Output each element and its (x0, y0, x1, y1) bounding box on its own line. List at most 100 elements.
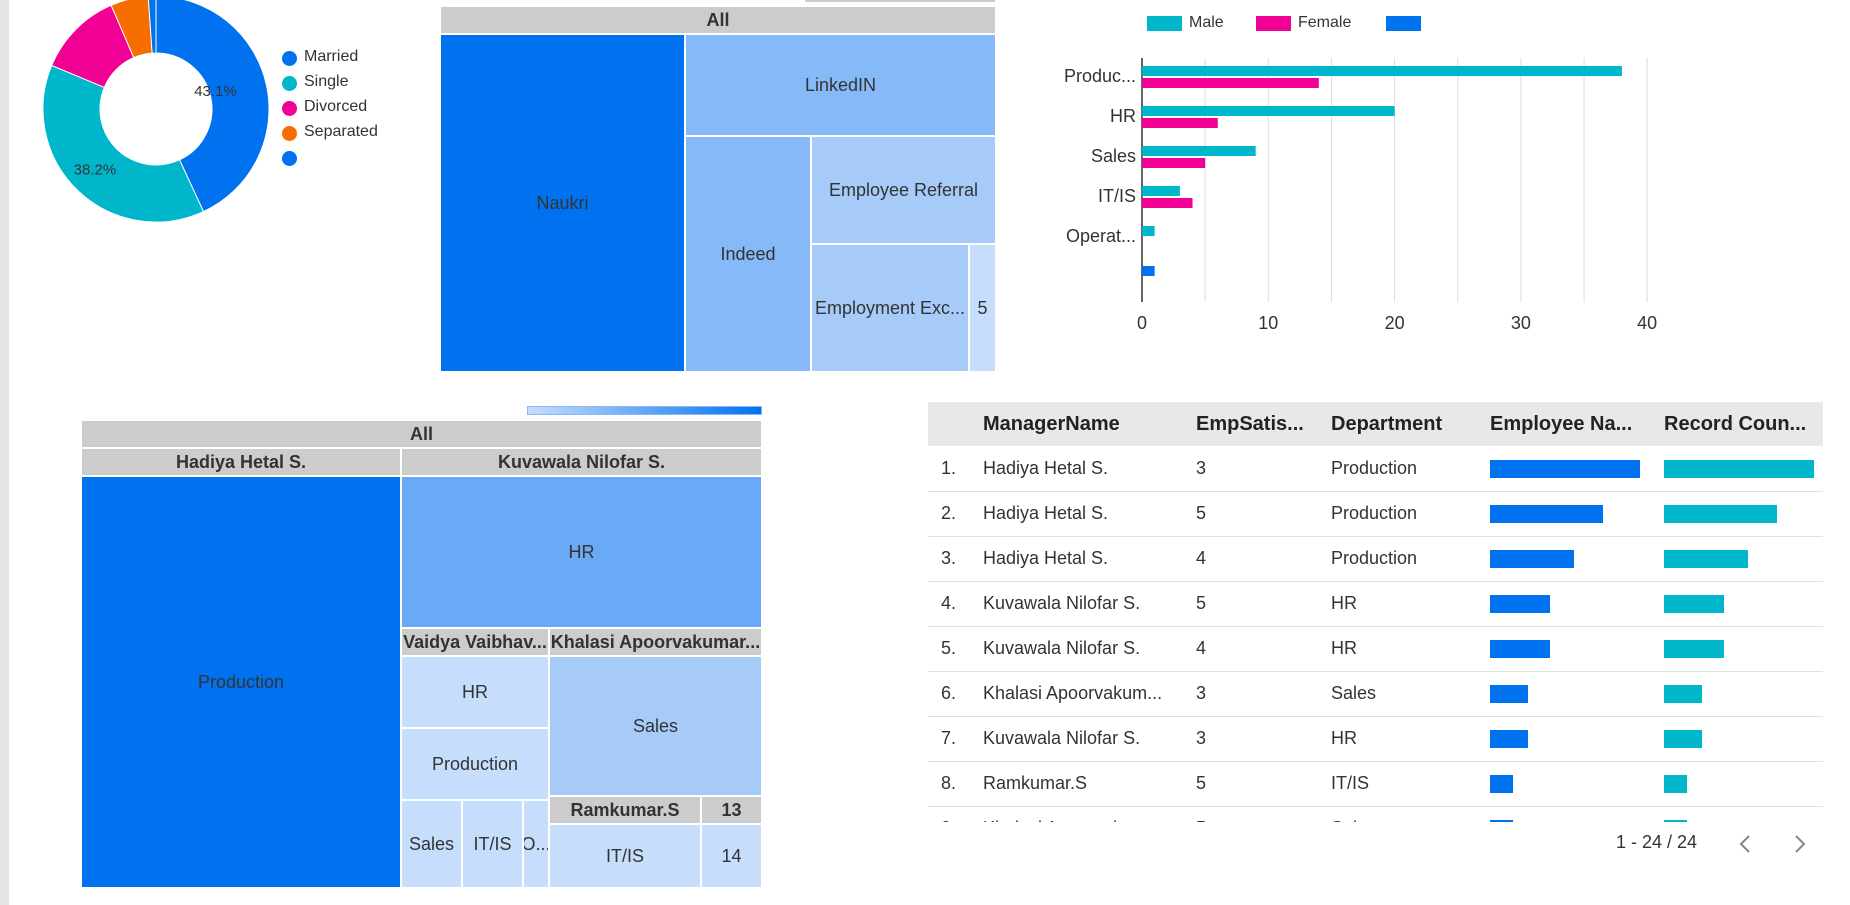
table-row[interactable]: 4. Kuvawala Nilofar S. 5 HR (928, 581, 1823, 627)
bar-male[interactable] (1142, 66, 1622, 76)
cell-emp-satisfaction: 5 (1196, 773, 1207, 793)
cell-manager-name: Khalasi Apoorvakum... (983, 683, 1163, 703)
employee-name-bar (1490, 640, 1550, 658)
table-row[interactable]: 3. Hadiya Hetal S. 4 Production (928, 536, 1823, 582)
legend-dot-icon[interactable] (282, 51, 297, 66)
table-row[interactable]: 8. Ramkumar.S 5 IT/IS (928, 761, 1823, 807)
cell-manager-name: Kuvawala Nilofar S. (983, 638, 1141, 658)
record-count-bar (1664, 595, 1724, 613)
legend-dot-icon[interactable] (282, 101, 297, 116)
cell-emp-satisfaction: 3 (1196, 458, 1207, 478)
manager-cell-vaidya-hr[interactable]: HR (401, 656, 549, 728)
manager-cell-hr[interactable]: HR (401, 476, 762, 628)
cell-department: HR (1331, 728, 1357, 748)
record-count-bar (1664, 775, 1687, 793)
row-number: 6. (940, 683, 956, 703)
x-tick-label: 0 (1136, 313, 1147, 333)
cell-department: IT/IS (1331, 773, 1370, 793)
table-row[interactable]: 9. Khalasi Apoorvakum... 5 Sales (928, 806, 1823, 822)
gender-bars-svg (1141, 58, 1648, 302)
treemap-top-slider[interactable] (805, 0, 995, 2)
table-row[interactable]: 6. Khalasi Apoorvakum... 3 Sales (928, 671, 1823, 717)
manager-department-treemap: All Hadiya Hetal S. Kuvawala Nilofar S. … (81, 406, 762, 888)
manager-cell-vaidya-production[interactable]: Production (401, 728, 549, 800)
employee-name-bar (1490, 820, 1513, 822)
col-header-employee-name[interactable]: Employee Na... (1490, 402, 1650, 446)
row-number: 9. (936, 806, 956, 822)
col-header-manager-name[interactable]: ManagerName (983, 402, 1183, 446)
cell-emp-satisfaction: 3 (1196, 728, 1207, 748)
col-header-department[interactable]: Department (1331, 402, 1481, 446)
cell-manager-name: Hadiya Hetal S. (983, 458, 1109, 478)
cell-manager-name: Kuvawala Nilofar S. (983, 728, 1141, 748)
legend-dot-icon[interactable] (282, 126, 297, 141)
cell-manager-name: Ramkumar.S (983, 773, 1088, 793)
cell-manager-name: Hadiya Hetal S. (983, 548, 1109, 568)
record-count-bar (1664, 730, 1702, 748)
cell-department: Sales (1331, 806, 1481, 822)
manager-group-kuvawala: Kuvawala Nilofar S. (401, 448, 762, 476)
manager-group-khalasi: Khalasi Apoorvakumar... (549, 628, 762, 656)
prev-page-icon[interactable] (1735, 832, 1755, 856)
bar-male[interactable] (1142, 226, 1155, 236)
row-number: 3. (940, 548, 956, 568)
employee-name-bar (1490, 595, 1550, 613)
x-tick-label: 40 (1637, 313, 1658, 333)
record-count-bar (1664, 505, 1777, 523)
legend-dot-icon[interactable] (282, 76, 297, 91)
cell-emp-satisfaction: 5 (1196, 503, 1207, 523)
cell-department: HR (1331, 593, 1357, 613)
bar-female[interactable] (1142, 78, 1319, 88)
treemap-color-scale (527, 406, 762, 415)
cell-emp-satisfaction: 5 (1196, 806, 1316, 822)
col-header-record-count[interactable]: Record Coun... (1664, 402, 1823, 446)
record-count-bar (1664, 685, 1702, 703)
donut-svg: 43.1% 38.2% (42, 0, 270, 223)
x-tick-label: 30 (1510, 313, 1531, 333)
manager-cell-ramkumar-itis[interactable]: IT/IS (549, 824, 701, 888)
employee-name-bar (1490, 775, 1513, 793)
manager-satisfaction-table: ManagerName EmpSatis... Department Emplo… (928, 402, 1823, 822)
table-row[interactable]: 5. Kuvawala Nilofar S. 4 HR (928, 626, 1823, 672)
legend-dot-icon[interactable] (282, 151, 297, 166)
manager-group-ramkumar: Ramkumar.S (549, 796, 701, 824)
row-number: 4. (940, 593, 956, 613)
x-tick-label: 20 (1384, 313, 1405, 333)
row-number: 1. (940, 458, 956, 478)
treemap-cell-indeed[interactable]: Indeed (685, 136, 811, 372)
bar-female[interactable] (1142, 118, 1218, 128)
donut-slice-label: 38.2% (74, 161, 117, 178)
table-row[interactable]: 7. Kuvawala Nilofar S. 3 HR (928, 716, 1823, 762)
next-page-icon[interactable] (1790, 832, 1810, 856)
col-header-emp-satisfaction[interactable]: EmpSatis... (1196, 402, 1321, 446)
bar-male[interactable] (1142, 106, 1395, 116)
recruitment-source-treemap: All Naukri LinkedIN Indeed Employee Refe… (440, 0, 996, 372)
record-count-bar (1664, 550, 1748, 568)
cell-emp-satisfaction: 3 (1196, 683, 1207, 703)
employee-name-bar (1490, 730, 1528, 748)
legend-label: Single (304, 73, 349, 90)
donut-slice-single[interactable] (42, 64, 205, 223)
bar-male[interactable] (1142, 146, 1256, 156)
manager-cell-vaidya-itis[interactable]: IT/IS (462, 800, 523, 888)
bar-female[interactable] (1142, 198, 1193, 208)
treemap-cell-employment-exchange[interactable]: Employment Exc... (811, 244, 969, 372)
manager-cell-fourteen[interactable]: 14 (701, 824, 762, 888)
treemap-cell-employee-referral[interactable]: Employee Referral (811, 136, 996, 244)
bar-female[interactable] (1142, 158, 1206, 168)
manager-cell-vaidya-other[interactable]: O... (523, 800, 549, 888)
treemap-cell-five[interactable]: 5 (969, 244, 996, 372)
manager-cell-production[interactable]: Production (81, 476, 401, 888)
treemap-cell-naukri[interactable]: Naukri (440, 34, 685, 372)
record-count-bar (1664, 460, 1814, 478)
manager-group-hadiya: Hadiya Hetal S. (81, 448, 401, 476)
donut-slice-label: 43.1% (194, 83, 237, 100)
bar-other[interactable] (1142, 266, 1155, 276)
bar-male[interactable] (1142, 186, 1180, 196)
table-row[interactable]: 2. Hadiya Hetal S. 5 Production (928, 491, 1823, 537)
treemap-cell-linkedin[interactable]: LinkedIN (685, 34, 996, 136)
cell-department: Production (1331, 503, 1418, 523)
manager-cell-khalasi-sales[interactable]: Sales (549, 656, 762, 796)
manager-cell-vaidya-sales[interactable]: Sales (401, 800, 462, 888)
table-row[interactable]: 1. Hadiya Hetal S. 3 Production (928, 446, 1823, 492)
